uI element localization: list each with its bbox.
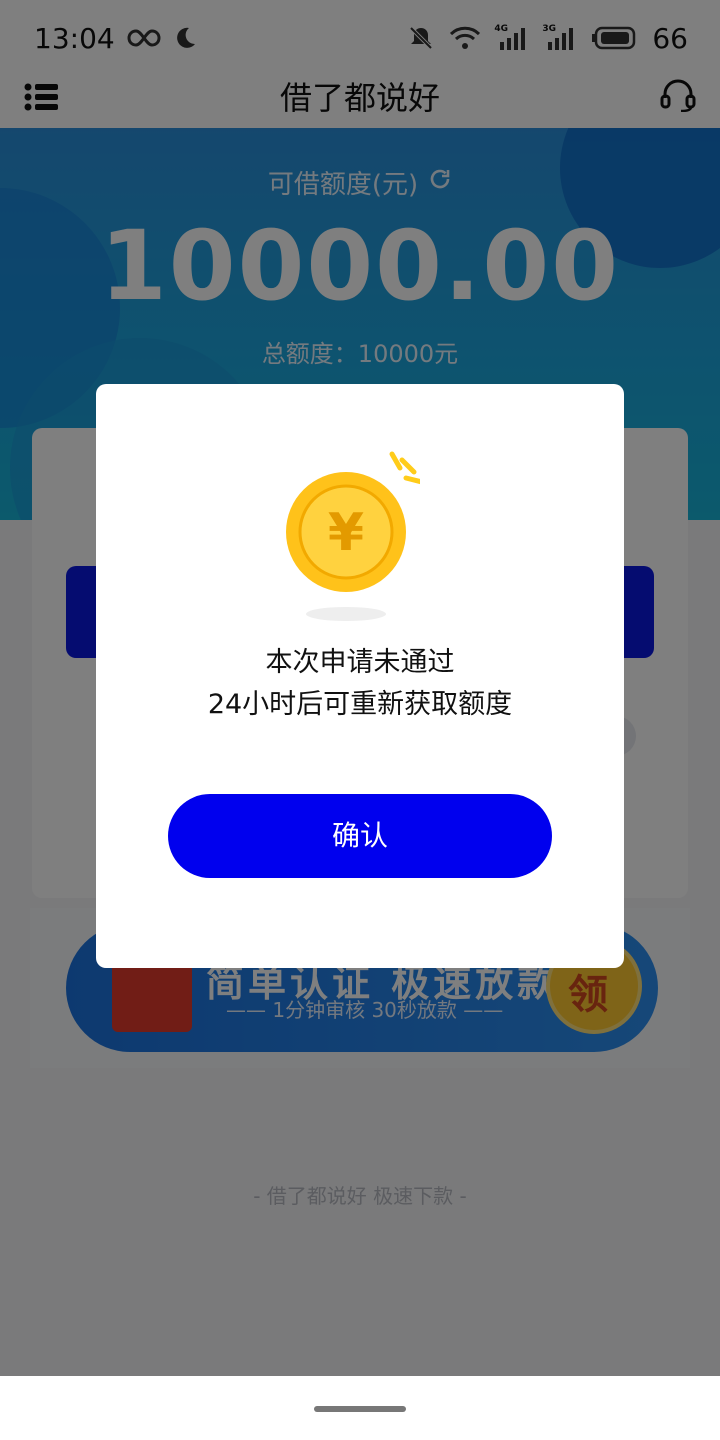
navigation-bar xyxy=(0,1376,720,1440)
home-gesture-handle[interactable] xyxy=(314,1406,406,1412)
yuan-coin-icon: ¥ xyxy=(280,446,425,626)
rejection-dialog: ¥ 本次申请未通过 24小时后可重新获取额度 确认 xyxy=(96,384,624,968)
confirm-button[interactable]: 确认 xyxy=(168,794,552,878)
dialog-message-line1: 本次申请未通过 xyxy=(265,647,455,678)
svg-text:¥: ¥ xyxy=(328,503,364,563)
dialog-message-line2: 24小时后可重新获取额度 xyxy=(207,689,513,720)
